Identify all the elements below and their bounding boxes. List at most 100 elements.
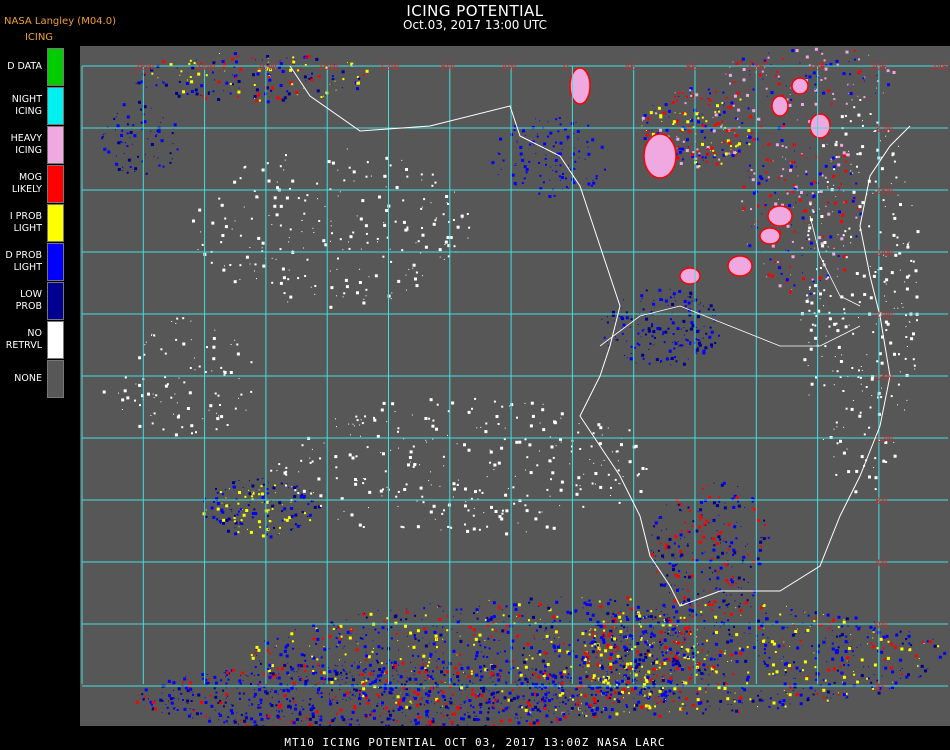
icing-pixel [559,141,563,145]
icing-pixel [855,469,859,473]
icing-pixel [366,701,370,705]
icing-pixel [824,164,828,168]
icing-pixel [815,272,817,274]
icing-pixel [172,143,174,145]
icing-pixel [591,687,595,690]
icing-pixel [405,483,408,486]
icing-pixel [568,713,570,715]
icing-pixel [778,700,782,704]
icing-pixel [259,681,261,684]
icing-pixel [644,655,648,659]
icing-pixel [411,700,413,702]
icing-pixel [266,492,269,495]
icing-pixel [654,616,657,619]
icing-pixel [414,677,418,681]
icing-pixel [432,670,434,673]
icing-pixel [742,555,746,559]
icing-pixel [380,713,382,715]
icing-pixel [822,614,824,615]
icing-pixel [703,99,705,101]
legend-swatch [47,360,64,398]
icing-pixel [660,360,663,363]
icing-pixel [595,625,597,627]
icing-pixel [224,265,225,267]
icing-pixel [464,504,467,508]
icing-pixel [711,603,714,606]
icing-pixel [297,197,300,200]
icing-pixel [400,676,403,679]
icing-pixel [574,160,577,163]
icing-pixel [416,692,420,696]
icing-pixel [439,256,441,258]
icing-pixel [248,480,250,481]
icing-pixel [286,57,288,59]
icing-pixel [858,205,862,209]
icing-pixel [668,537,672,541]
icing-pixel [713,658,716,661]
icing-pixel [714,91,717,94]
icing-pixel [712,670,714,672]
icing-pixel [645,616,647,618]
icing-pixel [448,700,450,702]
icing-pixel [631,690,633,692]
icing-pixel [182,699,184,701]
icing-pixel [808,238,811,241]
icing-pixel [266,162,269,165]
icing-pixel [791,633,795,637]
icing-pixel [731,580,734,584]
icing-pixel [493,469,495,471]
icing-pixel [734,132,736,134]
icing-pixel [781,703,785,707]
icing-pixel [560,480,564,484]
icing-pixel [601,434,603,436]
icing-pixel [560,176,564,179]
icing-pixel [452,649,456,653]
icing-pixel [839,360,843,363]
icing-pixel [466,529,470,533]
icing-pixel [698,540,702,544]
icing-pixel [180,70,183,73]
icing-pixel [456,654,458,656]
icing-pixel [541,688,543,691]
icing-pixel [345,722,347,724]
icing-pixel [612,662,615,665]
icing-pixel [680,529,683,532]
icing-pixel [582,649,584,651]
icing-pixel [301,231,303,233]
icing-pixel [614,686,616,688]
icing-pixel [460,214,464,218]
icing-pixel [716,621,717,623]
icing-pixel [336,295,337,297]
icing-pixel [652,330,656,333]
icing-pixel [572,698,574,701]
icing-pixel [405,618,408,621]
icing-pixel [562,712,566,716]
icing-pixel [150,703,153,706]
icing-pixel [855,625,858,628]
icing-pixel [480,426,482,428]
icing-pixel [786,693,788,695]
icing-pixel [585,702,589,706]
icing-pixel [844,132,848,136]
icing-pixel [741,702,743,704]
icing-pixel [676,657,679,660]
icing-pixel [216,507,220,511]
icing-pixel [514,681,516,683]
icing-pixel [832,618,834,620]
icing-pixel [558,636,560,638]
icing-pixel [646,121,649,124]
icing-pixel [205,689,206,691]
icing-pixel [397,505,399,507]
icing-pixel [507,696,509,698]
icing-pixel [820,170,822,172]
icing-pixel [638,658,642,662]
icing-pixel [558,175,561,178]
icing-pixel [217,80,221,84]
icing-pixel [802,688,804,689]
icing-pixel [663,613,666,616]
icing-pixel [840,183,842,185]
icing-pixel [251,516,254,519]
icing-pixel [350,698,352,700]
icing-pixel [266,488,269,490]
icing-pixel [424,417,428,420]
